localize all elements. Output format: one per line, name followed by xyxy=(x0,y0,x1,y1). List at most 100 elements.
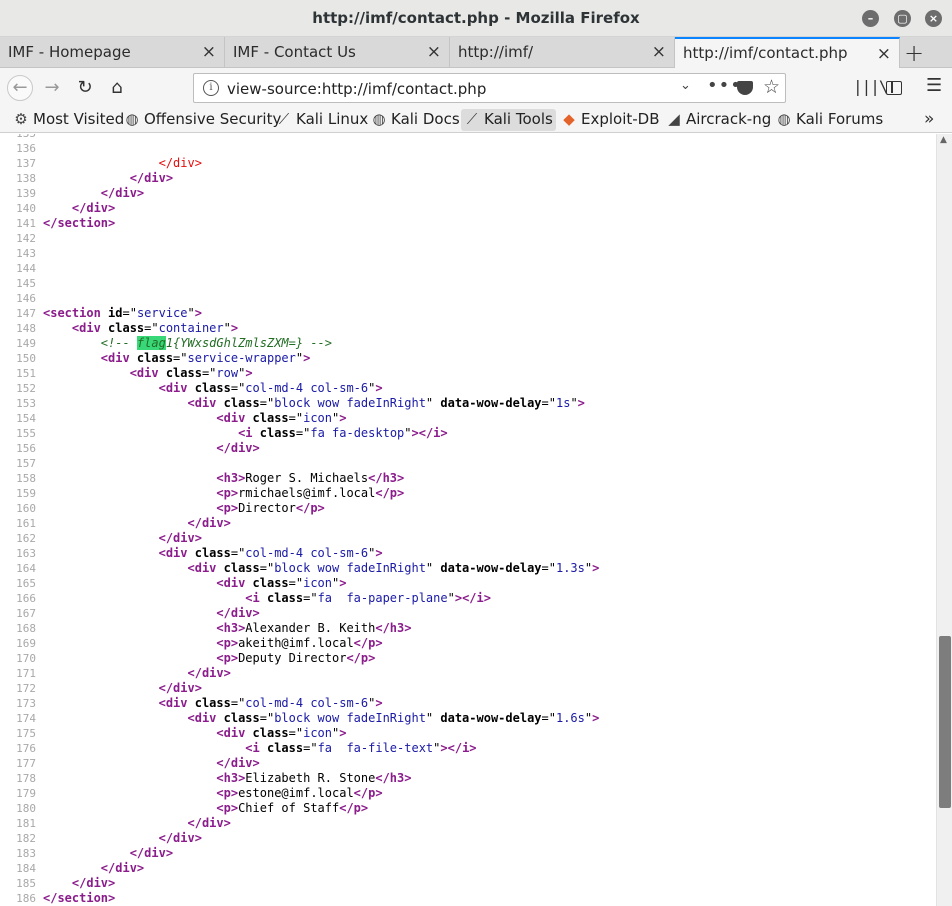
line-number: 165 xyxy=(16,577,36,590)
forward-icon[interactable]: → xyxy=(40,76,64,100)
close-tab-icon[interactable]: × xyxy=(427,42,441,62)
maximize-icon[interactable]: ▢ xyxy=(894,10,911,27)
source-code: <div class="icon"> xyxy=(216,576,347,590)
bookmark-label: Kali Forums xyxy=(796,110,884,128)
globe-icon: ◍ xyxy=(372,110,386,128)
source-code: </div> xyxy=(158,531,202,545)
vertical-scrollbar[interactable]: ▲ xyxy=(936,134,952,906)
close-window-icon[interactable]: × xyxy=(925,10,942,27)
source-code: </div> xyxy=(158,681,202,695)
bookmark-label: Kali Tools xyxy=(484,110,553,128)
bookmark-kali-linux[interactable]: ⟋ Kali Linux xyxy=(273,109,371,131)
menu-icon[interactable]: ☰ xyxy=(926,75,942,96)
new-tab-icon[interactable]: + xyxy=(904,39,924,67)
close-tab-icon[interactable]: × xyxy=(652,42,666,62)
line-number: 184 xyxy=(16,862,36,875)
source-code: <div class="col-md-4 col-sm-6"> xyxy=(158,696,383,710)
source-code: </div> xyxy=(216,606,260,620)
bookmark-kali-forums[interactable]: ◍ Kali Forums xyxy=(773,109,886,131)
window-title: http://imf/contact.php - Mozilla Firefox xyxy=(312,9,640,27)
bookmark-label: Offensive Security xyxy=(144,110,282,128)
chevron-down-icon[interactable]: ⌄ xyxy=(680,78,691,93)
line-number: 181 xyxy=(16,817,36,830)
tab-strip: IMF - Homepage × IMF - Contact Us × http… xyxy=(0,37,952,69)
tab-label: IMF - Contact Us xyxy=(233,43,356,61)
reload-icon[interactable]: ↻ xyxy=(73,76,97,100)
pocket-icon[interactable] xyxy=(737,81,753,95)
line-number: 159 xyxy=(16,487,36,500)
close-tab-icon[interactable]: × xyxy=(202,42,216,62)
bookmark-label: Aircrack-ng xyxy=(686,110,772,128)
back-icon[interactable]: ← xyxy=(7,75,33,101)
line-number: 145 xyxy=(16,277,36,290)
bookmark-label: Kali Linux xyxy=(296,110,369,128)
line-number: 149 xyxy=(16,337,36,350)
source-code: <i class="fa fa-file-text"></i> xyxy=(245,741,477,755)
line-number: 175 xyxy=(16,727,36,740)
line-number: 174 xyxy=(16,712,36,725)
source-code: <p>akeith@imf.local</p> xyxy=(216,636,383,650)
scrollbar-thumb[interactable] xyxy=(939,636,951,808)
bookmark-label: Most Visited xyxy=(33,110,125,128)
source-code: <div class="col-md-4 col-sm-6"> xyxy=(158,546,383,560)
bookmark-kali-docs[interactable]: ◍ Kali Docs xyxy=(368,109,463,131)
close-tab-icon[interactable]: × xyxy=(877,44,891,64)
source-code: </div> xyxy=(158,156,202,170)
bookmark-aircrack-ng[interactable]: ◢ Aircrack-ng xyxy=(663,109,774,131)
bookmark-kali-tools[interactable]: ⟋ Kali Tools xyxy=(461,109,556,131)
source-code: <h3>Alexander B. Keith</h3> xyxy=(216,621,412,635)
line-number: 168 xyxy=(16,622,36,635)
minimize-icon[interactable]: – xyxy=(862,10,879,27)
line-number: 138 xyxy=(16,172,36,185)
tab-imf-homepage[interactable]: IMF - Homepage × xyxy=(0,37,225,68)
info-icon[interactable]: i xyxy=(203,80,219,96)
line-number: 176 xyxy=(16,742,36,755)
tab-imf-contact-us[interactable]: IMF - Contact Us × xyxy=(225,37,450,68)
library-icon[interactable]: |||\ xyxy=(853,77,889,96)
source-code: <div class="col-md-4 col-sm-6"> xyxy=(158,381,383,395)
source-code: </div> xyxy=(187,816,231,830)
bookmark-most-visited[interactable]: ⚙ Most Visited xyxy=(10,109,127,131)
line-number: 160 xyxy=(16,502,36,515)
chevron-right-double-icon[interactable]: » xyxy=(924,109,934,129)
line-number: 146 xyxy=(16,292,36,305)
nav-toolbar: ← → ↻ ⌂ i view-source:http://imf/contact… xyxy=(0,68,952,108)
globe-icon: ◍ xyxy=(777,110,791,128)
line-number: 154 xyxy=(16,412,36,425)
tab-label: http://imf/contact.php xyxy=(683,44,848,62)
line-number: 153 xyxy=(16,397,36,410)
source-code: <!-- flag1{YWxsdGhlZmlsZXM=} --> xyxy=(100,336,332,350)
tab-imf-root[interactable]: http://imf/ × xyxy=(450,37,675,68)
source-code: <div class="row"> xyxy=(129,366,253,380)
exploitdb-icon: ◆ xyxy=(563,110,575,128)
url-bar[interactable]: i view-source:http://imf/contact.php ⌄ •… xyxy=(193,73,786,103)
tab-label: IMF - Homepage xyxy=(8,43,131,61)
bookmark-exploit-db[interactable]: ◆ Exploit-DB xyxy=(558,109,663,131)
tab-contact-php[interactable]: http://imf/contact.php × xyxy=(675,37,900,69)
url-text[interactable]: view-source:http://imf/contact.php xyxy=(227,80,486,98)
bookmark-star-icon[interactable]: ☆ xyxy=(763,76,780,98)
line-number: 136 xyxy=(16,142,36,155)
line-number: 162 xyxy=(16,532,36,545)
home-icon[interactable]: ⌂ xyxy=(105,76,129,100)
sidebar-icon[interactable] xyxy=(886,81,902,95)
source-code: <div class="block wow fadeInRight" data-… xyxy=(187,396,585,410)
source-code: <p>Deputy Director</p> xyxy=(216,651,376,665)
source-code: <p>rmichaels@imf.local</p> xyxy=(216,486,405,500)
line-number: 167 xyxy=(16,607,36,620)
line-number: 144 xyxy=(16,262,36,275)
line-number: 182 xyxy=(16,832,36,845)
source-code: </section> xyxy=(43,216,116,230)
line-number: 151 xyxy=(16,367,36,380)
line-number: 139 xyxy=(16,187,36,200)
source-code: <i class="fa fa-paper-plane"></i> xyxy=(245,591,491,605)
line-number: 140 xyxy=(16,202,36,215)
scroll-up-icon[interactable]: ▲ xyxy=(940,135,947,145)
bookmark-offensive-security[interactable]: ◍ Offensive Security xyxy=(121,109,284,131)
source-code: </div> xyxy=(71,201,116,215)
view-source-pane[interactable]: 135136137 </div>138 </div>139 </div>140 … xyxy=(0,134,936,906)
line-number: 147 xyxy=(16,307,36,320)
line-number: 185 xyxy=(16,877,36,890)
source-code: </div> xyxy=(187,516,231,530)
source-code: </div> xyxy=(100,186,145,200)
